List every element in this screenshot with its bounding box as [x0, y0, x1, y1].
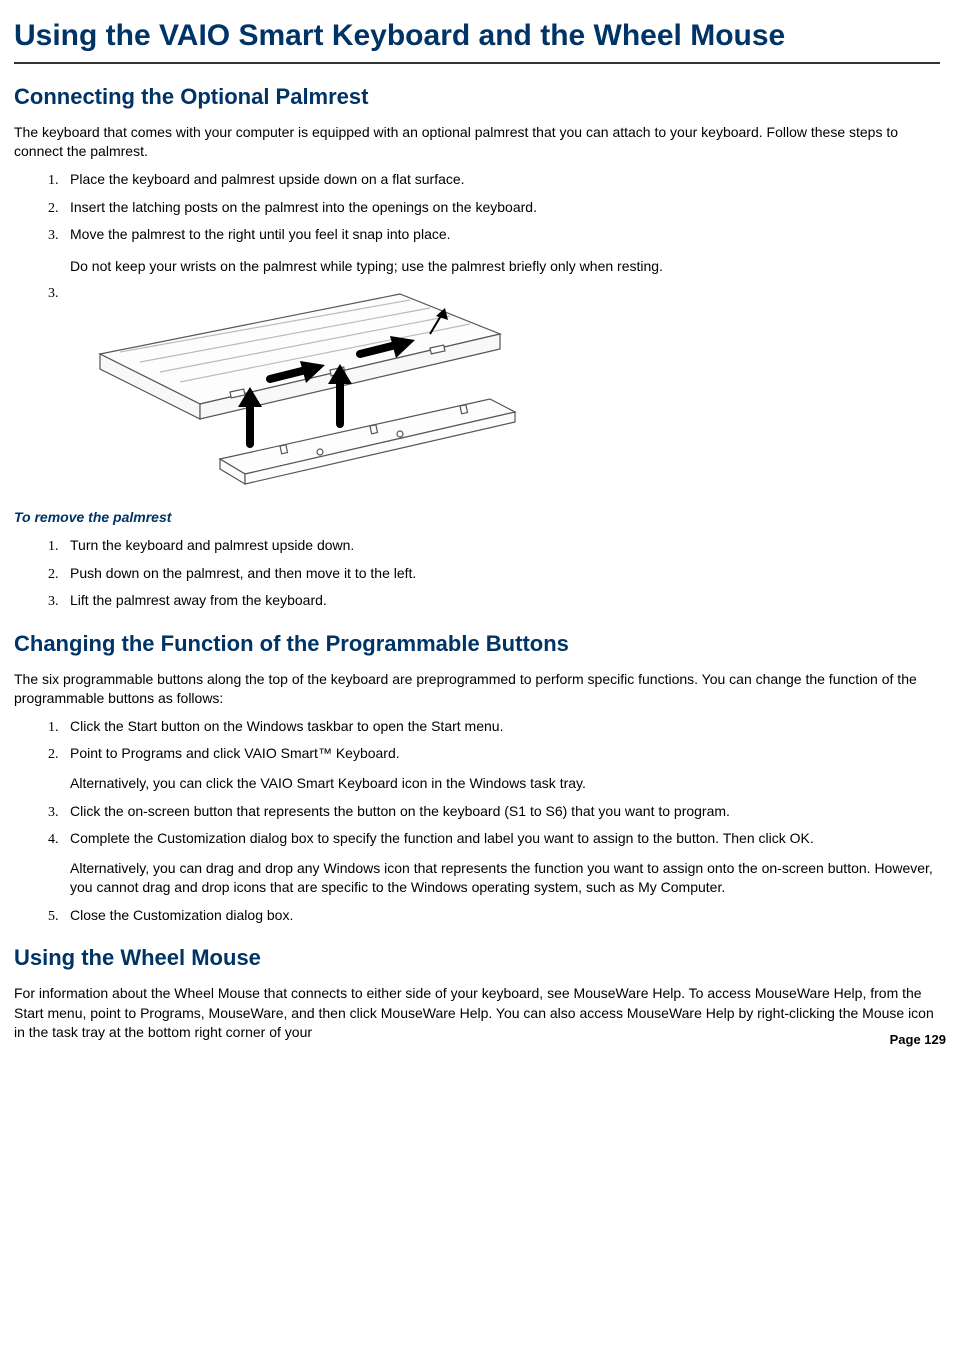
figure-list-item	[62, 284, 940, 494]
list-item: Close the Customization dialog box.	[62, 906, 940, 926]
list-item: Lift the palmrest away from the keyboard…	[62, 591, 940, 611]
section-heading-wheel-mouse: Using the Wheel Mouse	[14, 943, 940, 974]
step-text: Point to Programs and click VAIO Smart™ …	[70, 745, 400, 761]
section-heading-buttons: Changing the Function of the Programmabl…	[14, 629, 940, 660]
section-intro: The keyboard that comes with your comput…	[14, 123, 940, 162]
section-intro: The six programmable buttons along the t…	[14, 670, 940, 709]
alt-note: Alternatively, you can drag and drop any…	[70, 859, 940, 898]
step-text: Complete the Customization dialog box to…	[70, 830, 814, 846]
alt-note: Alternatively, you can click the VAIO Sm…	[70, 774, 940, 794]
step-text: Move the palmrest to the right until you…	[70, 226, 451, 242]
list-item: Insert the latching posts on the palmres…	[62, 198, 630, 218]
page-title: Using the VAIO Smart Keyboard and the Wh…	[14, 18, 940, 54]
list-item: Place the keyboard and palmrest upside d…	[62, 170, 940, 190]
list-item: Move the palmrest to the right until you…	[62, 225, 940, 276]
list-item: Complete the Customization dialog box to…	[62, 829, 940, 898]
connect-steps-list: Place the keyboard and palmrest upside d…	[14, 170, 940, 276]
remove-heading: To remove the palmrest	[14, 508, 940, 528]
caution-note: Do not keep your wrists on the palmrest …	[70, 257, 830, 277]
list-item: Push down on the palmrest, and then move…	[62, 564, 940, 584]
keyboard-palmrest-illustration	[70, 284, 530, 494]
title-divider	[14, 62, 940, 64]
section-body: For information about the Wheel Mouse th…	[14, 984, 940, 1043]
list-item: Turn the keyboard and palmrest upside do…	[62, 536, 940, 556]
list-item: Click the on-screen button that represen…	[62, 802, 940, 822]
list-item: Point to Programs and click VAIO Smart™ …	[62, 744, 940, 793]
section-heading-palmrest: Connecting the Optional Palmrest	[14, 82, 940, 113]
remove-steps-list: Turn the keyboard and palmrest upside do…	[14, 536, 940, 611]
program-steps-list: Click the Start button on the Windows ta…	[14, 717, 940, 926]
list-item: Click the Start button on the Windows ta…	[62, 717, 940, 737]
figure-list	[14, 284, 940, 494]
page-number: Page 129	[890, 1031, 946, 1049]
palmrest-diagram	[70, 284, 940, 494]
